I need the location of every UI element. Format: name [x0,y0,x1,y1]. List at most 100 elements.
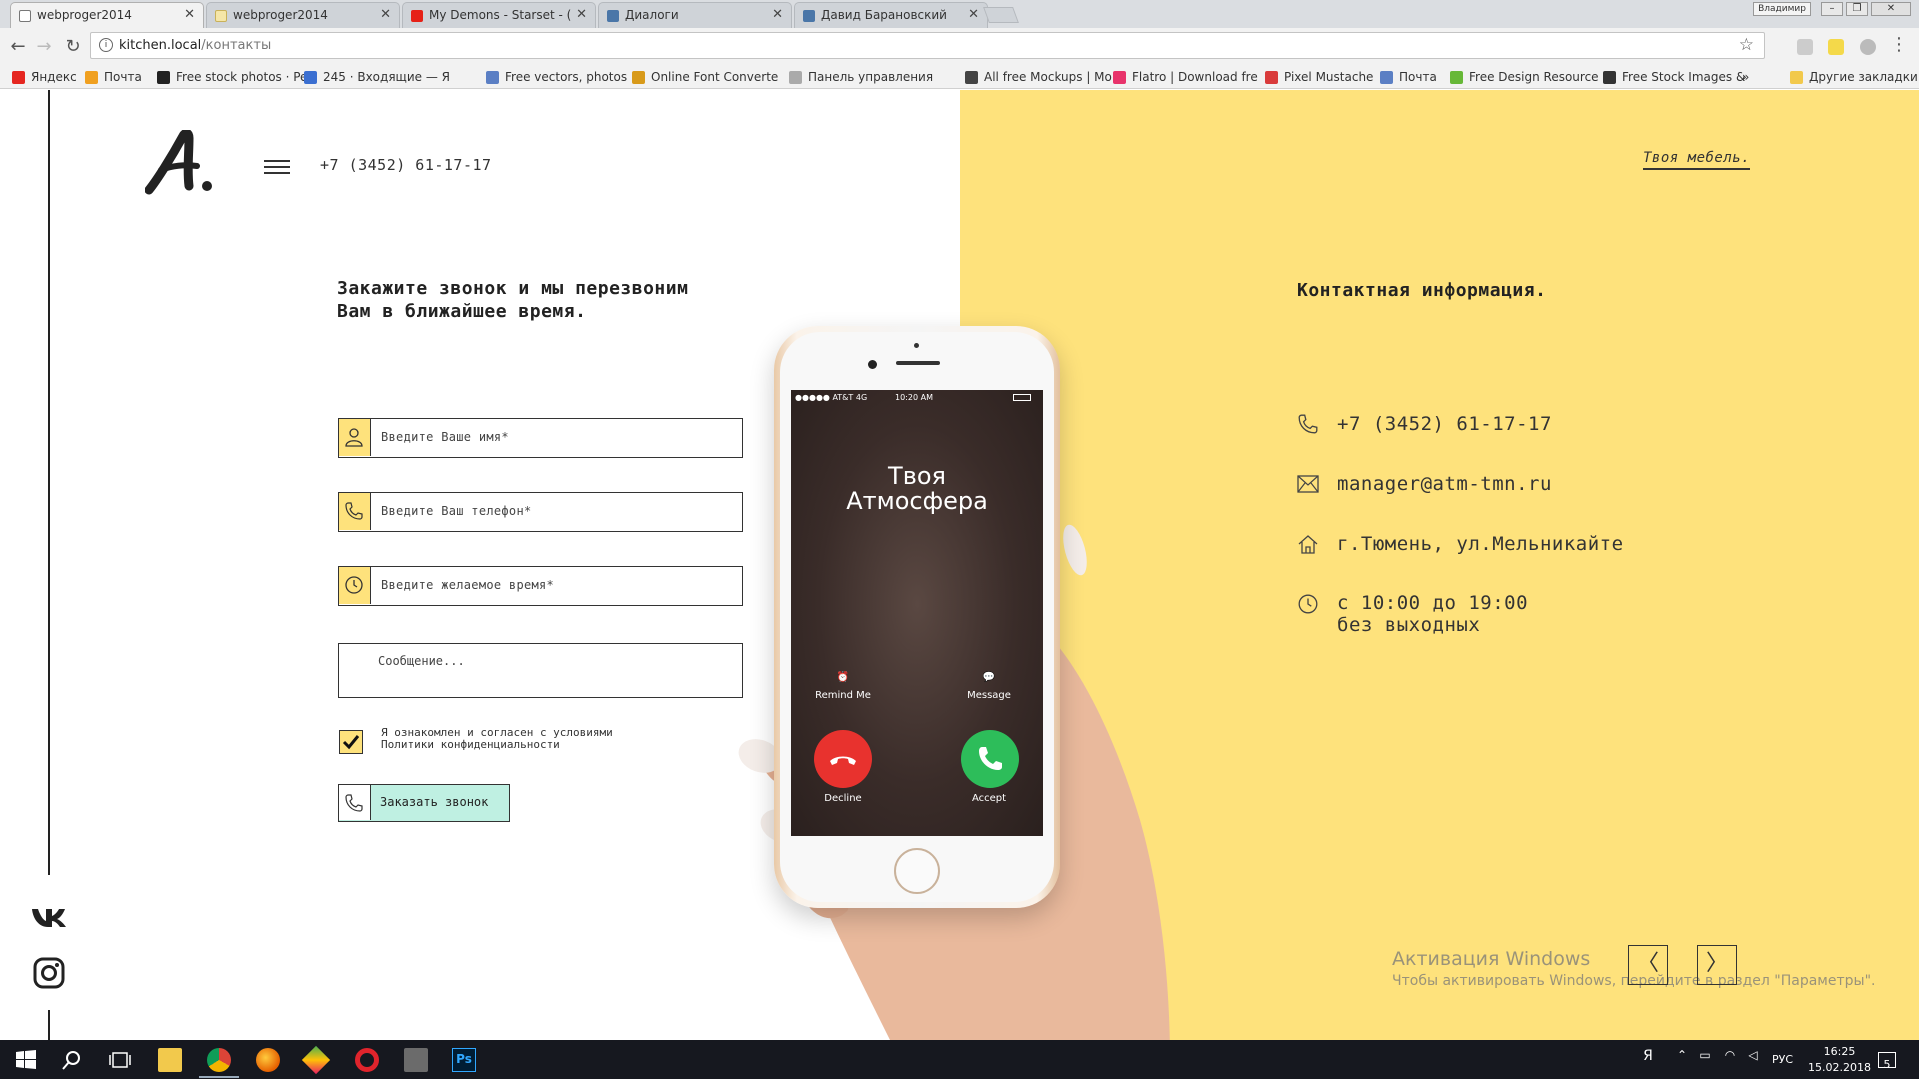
chrome-icon[interactable] [207,1048,231,1072]
slogan-link[interactable]: Твоя мебель. [1643,150,1751,170]
bulb-extension-icon[interactable] [1828,39,1844,55]
volume-icon[interactable]: ◁ [1741,1048,1765,1072]
phone-mockup: ●●●●● AT&T 4G 10:20 AM Твоя Атмосфера ⏰ … [774,326,1060,908]
search-icon[interactable] [60,1048,84,1072]
profile-button[interactable]: Владимир [1753,2,1811,16]
menu-dots-icon[interactable]: ⋮ [1888,34,1910,55]
browser-toolbar: ← → ↻ i kitchen.local/контакты ☆ ⋮ [0,28,1919,67]
caller-name-line: Твоя [888,462,946,490]
new-tab-button[interactable] [983,7,1019,23]
agree-label: Я ознакомлен и согласен с условиями Поли… [381,727,613,751]
bookmark-item[interactable]: Online Font Converte [632,70,778,84]
decline-label: Decline [824,793,862,804]
forward-arrow-icon[interactable]: → [33,36,55,57]
minimize-button[interactable]: – [1821,2,1843,16]
chat-icon [304,71,317,84]
bookmark-label: Free Design Resource [1469,70,1599,84]
tab-dialogs[interactable]: Диалоги ✕ [598,2,792,28]
vk-icon[interactable] [30,905,68,929]
tab-webproger2014-1[interactable]: webproger2014 ✕ [10,2,204,29]
sublime-icon[interactable] [404,1048,428,1072]
bookmark-item[interactable]: Pixel Mustache [1265,70,1373,84]
name-field[interactable]: Введите Ваше имя* [338,418,743,458]
bookmark-item[interactable]: Free Stock Images & [1603,70,1745,84]
order-call-button[interactable]: Заказать звонок [338,784,510,822]
battery-icon[interactable]: ▭ [1693,1048,1717,1072]
mail-icon [1380,71,1393,84]
extension-icon[interactable] [1797,39,1813,55]
bookmark-item[interactable]: Free vectors, photos [486,70,627,84]
task-view-icon[interactable] [108,1048,132,1072]
bookmark-item[interactable]: Панель управления [789,70,933,84]
bookmark-label: Flatro | Download fre [1132,70,1258,84]
wifi-icon[interactable]: ◠ [1718,1048,1742,1072]
bookmark-item[interactable]: Free stock photos · Pe [157,70,307,84]
people-icon[interactable]: Я [1636,1048,1660,1072]
reload-icon[interactable]: ↻ [62,36,84,57]
agree-checkbox[interactable] [339,730,363,754]
skype-icon[interactable] [1860,39,1876,55]
contact-email[interactable]: manager@atm-tmn.ru [1337,473,1552,495]
contact-address: г.Тюмень, ул.Мельникайте [1337,533,1624,555]
phone-field[interactable]: Введите Ваш телефон* [338,492,743,532]
info-icon[interactable]: i [99,38,113,52]
carrier-status: ●●●●● AT&T 4G [795,393,868,402]
opera-icon[interactable] [355,1048,379,1072]
language-indicator[interactable]: РУС [1772,1053,1793,1066]
message-textarea[interactable]: Сообщение... [338,643,743,698]
font-icon [632,71,645,84]
bookmark-item[interactable]: Почта [85,70,142,84]
close-icon[interactable]: ✕ [772,7,783,22]
app-diamond-icon[interactable] [301,1045,331,1075]
close-icon[interactable]: ✕ [380,7,391,22]
contact-phone[interactable]: +7 (3452) 61-17-17 [1337,413,1552,435]
tab-webproger2014-2[interactable]: webproger2014 ✕ [206,2,400,28]
page-icon [19,10,31,22]
firefox-icon[interactable] [256,1048,280,1072]
hamburger-menu-icon[interactable] [264,160,290,176]
bookmark-item[interactable]: Почта [1380,70,1437,84]
windows-start-icon[interactable] [14,1048,38,1072]
notification-icon[interactable]: 5 [1878,1052,1896,1071]
tab-my-demons[interactable]: My Demons - Starset - ( ✕ [402,2,596,28]
bookmark-star-icon[interactable]: ☆ [1739,35,1754,55]
bookmark-item[interactable]: 245 · Входящие — Я [304,70,450,84]
order-call-label: Заказать звонок [380,795,489,809]
bookmark-item[interactable]: Flatro | Download fre [1113,70,1258,84]
mail-icon [1297,475,1319,493]
bookmark-label: Яндекс [31,70,77,84]
form-title: Закажите звонок и мы перезвоним Вам в бл… [337,277,688,323]
bookmark-item[interactable]: Free Design Resource [1450,70,1599,84]
more-bookmarks-chevron-icon[interactable]: » [1742,70,1749,84]
clock-icon [1298,594,1318,614]
address-bar[interactable]: i kitchen.local/контакты ☆ [90,32,1765,59]
other-bookmarks-folder[interactable]: Другие закладки [1790,70,1918,84]
file-explorer-icon[interactable] [158,1048,182,1072]
name-placeholder: Введите Ваше имя* [381,430,509,444]
site-logo[interactable] [145,130,217,196]
agree-label-line[interactable]: Политики конфиденциальности [381,739,613,751]
back-arrow-icon[interactable]: ← [7,36,29,57]
instagram-icon[interactable] [33,957,65,989]
bookmark-item[interactable]: Яндекс [12,70,77,84]
phone-placeholder: Введите Ваш телефон* [381,504,532,518]
time-field[interactable]: Введите желаемое время* [338,566,743,606]
close-window-button[interactable]: ✕ [1871,2,1911,16]
bookmark-item[interactable]: All free Mockups | Mo [965,70,1112,84]
header-phone[interactable]: +7 (3452) 61-17-17 [320,156,492,174]
close-icon[interactable]: ✕ [576,7,587,22]
next-slide-button[interactable]: 〉 [1697,945,1737,985]
photoshop-icon[interactable]: Ps [452,1048,476,1072]
clock-date: 15.02.2018 [1808,1061,1871,1074]
chevron-up-icon[interactable]: ⌃ [1670,1048,1694,1072]
close-icon[interactable]: ✕ [968,7,979,22]
address-path: /контакты [201,38,272,53]
close-icon[interactable]: ✕ [184,7,195,22]
youtube-icon [411,10,423,22]
prev-slide-button[interactable]: 〈 [1628,945,1668,985]
clock-icon [339,567,371,604]
restore-button[interactable]: ❐ [1846,2,1868,16]
taskbar-clock[interactable]: 16:25 15.02.2018 [1808,1044,1871,1076]
bookmarks-bar: Яндекс Почта Free stock photos · Pe 245 · В… [0,67,1919,89]
tab-david[interactable]: Давид Барановский ✕ [794,2,988,28]
